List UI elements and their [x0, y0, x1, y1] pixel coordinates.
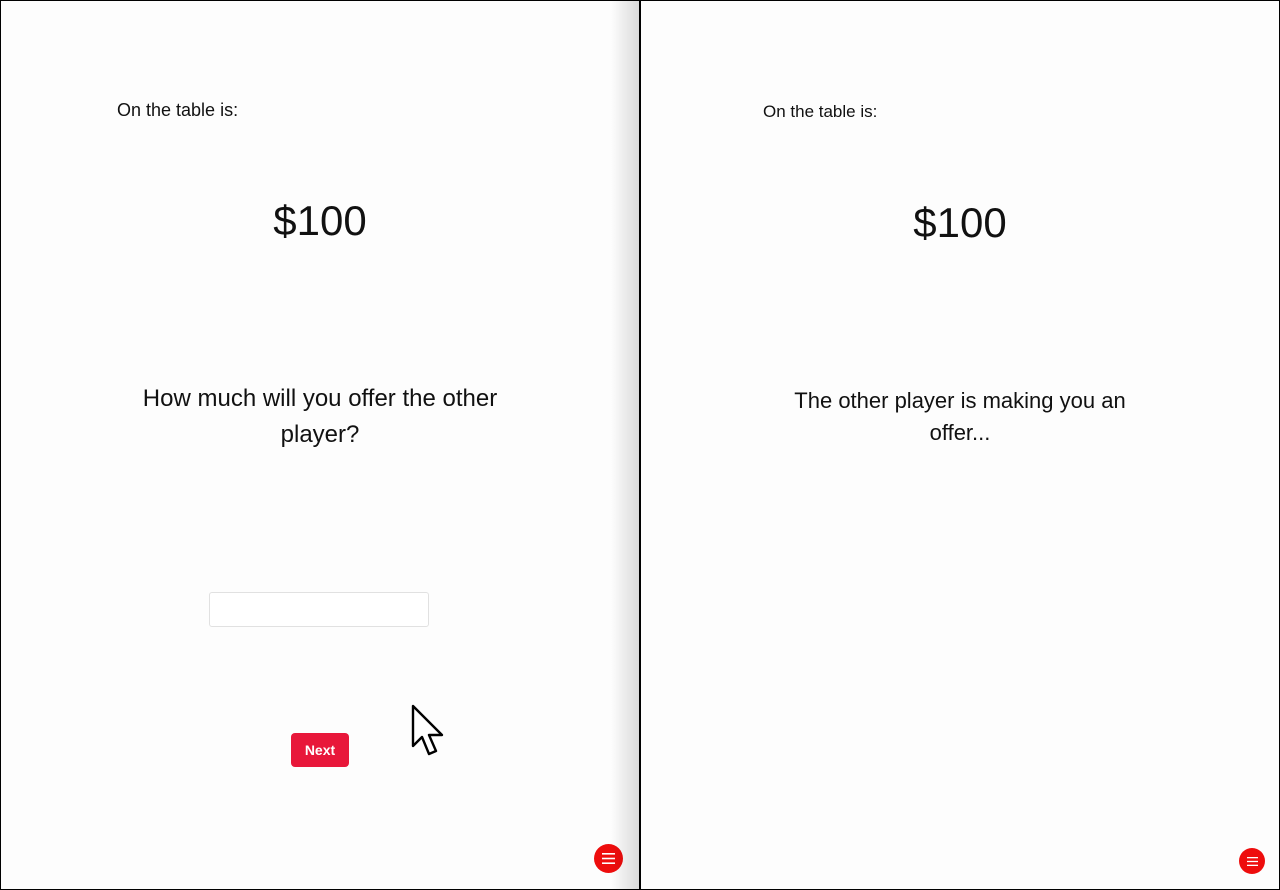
menu-icon	[602, 853, 615, 864]
table-amount: $100	[273, 197, 367, 244]
offer-input[interactable]	[209, 592, 429, 627]
proposer-panel: On the table is: $100 How much will you …	[1, 1, 639, 889]
mouse-pointer-icon	[411, 704, 444, 756]
waiting-status: The other player is making you an offer.…	[794, 388, 1126, 445]
menu-button[interactable]	[1239, 848, 1265, 874]
table-amount: $100	[913, 199, 1007, 246]
split-screen: On the table is: $100 How much will you …	[0, 0, 1280, 890]
table-label: On the table is:	[117, 100, 239, 120]
menu-icon	[1246, 856, 1258, 866]
responder-panel: On the table is: $100 The other player i…	[641, 1, 1279, 889]
next-button[interactable]: Next	[291, 733, 349, 767]
table-label: On the table is:	[763, 102, 878, 121]
menu-button[interactable]	[594, 844, 623, 873]
offer-prompt: How much will you offer the other player…	[142, 385, 498, 448]
